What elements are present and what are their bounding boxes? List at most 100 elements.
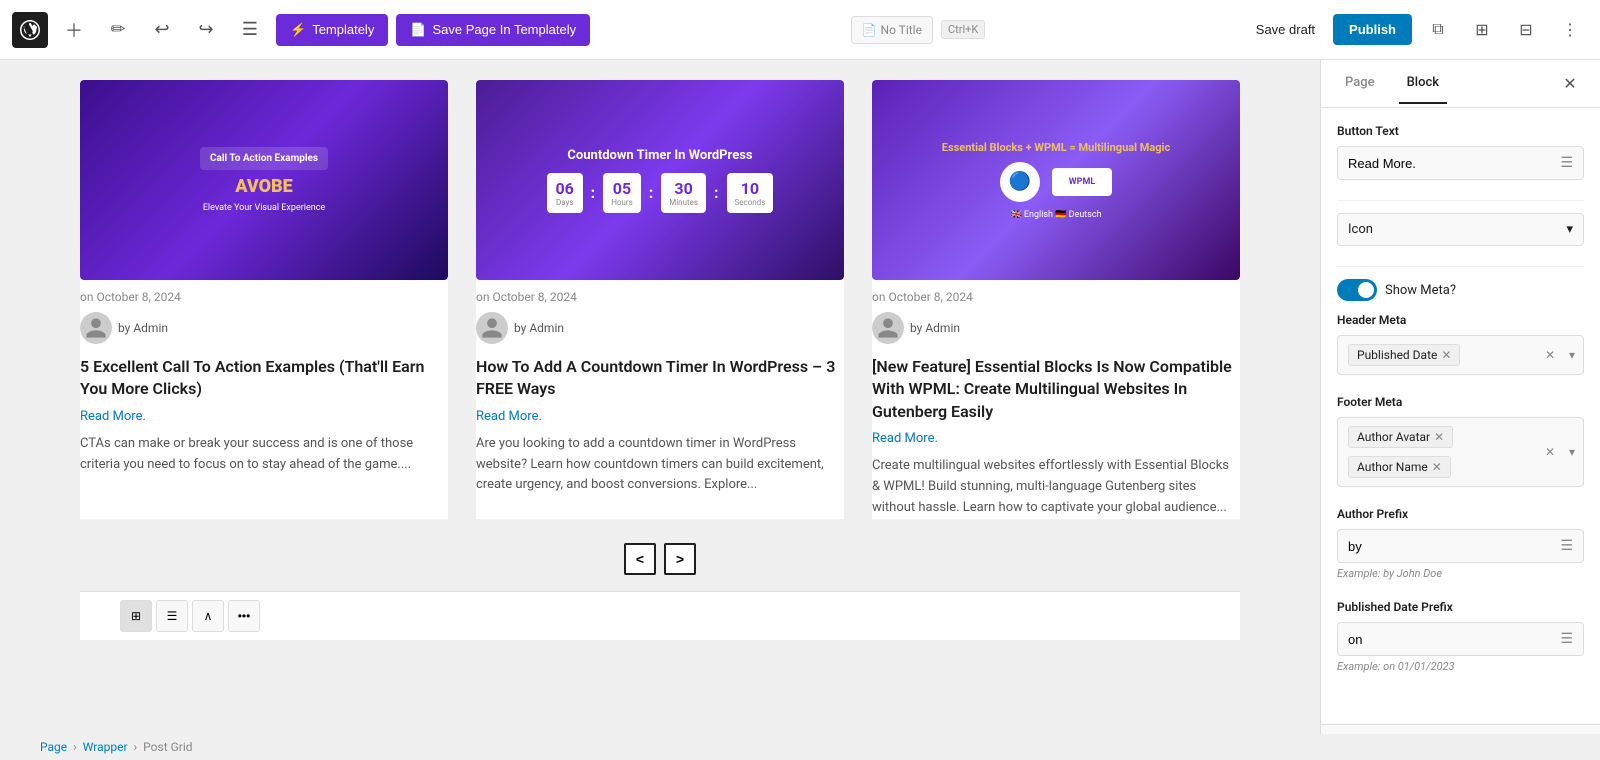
divider-2 [1337,266,1584,267]
header-meta-tag-published: Published Date ✕ [1348,344,1460,366]
footer-meta-tags-wrap: Author Avatar ✕ Author Name ✕ ✕ ▾ [1337,417,1584,487]
breadcrumb-page[interactable]: Page [40,740,67,754]
tags-dropdown-button[interactable]: ▾ [1569,348,1575,362]
post-title-1: 5 Excellent Call To Action Examples (Tha… [80,356,448,401]
topbar-right: Save draft Publish ⧉ ⊞ ⊟ ⋮ [1246,12,1588,48]
pagination: < > [80,543,1240,575]
published-date-prefix-input[interactable] [1348,632,1560,647]
undo-button[interactable]: ↩ [144,12,180,48]
save-draft-button[interactable]: Save draft [1246,14,1325,45]
save-templately-button[interactable]: 📄 Save Page In Templately [396,14,590,46]
templately-label: Templately [312,22,374,37]
post-image-2: Countdown Timer In WordPress 06 Days : 0… [476,80,844,280]
wordpress-logo[interactable] [12,12,48,48]
more-options-button[interactable]: ••• [228,600,260,632]
button-text-input[interactable] [1348,156,1560,171]
right-panel: Page Block ✕ Button Text ☰ Icon ▾ [1320,60,1600,760]
grid-view-button[interactable]: ⊞ [120,600,152,632]
overflow-button[interactable]: ⋮ [1552,12,1588,48]
remove-published-date-tag[interactable]: ✕ [1441,348,1451,362]
move-up-button[interactable]: ∧ [192,600,224,632]
footer-meta-tag-avatar: Author Avatar ✕ [1348,426,1453,448]
panel-close-button[interactable]: ✕ [1556,70,1584,98]
post-image-1: Call To Action Examples AVOBE Elevate Yo… [80,80,448,280]
post-author-3: by Admin [872,312,1240,344]
tab-page[interactable]: Page [1337,63,1383,104]
icon-section: Icon ▾ [1337,213,1584,246]
view-button[interactable]: ⧉ [1420,12,1456,48]
publish-button[interactable]: Publish [1333,14,1412,45]
post-card-2: Countdown Timer In WordPress 06 Days : 0… [476,80,844,519]
templately-button[interactable]: ⚡ Templately [276,14,388,46]
header-meta-section: Header Meta Published Date ✕ ✕ ▾ [1337,313,1584,375]
read-more-2[interactable]: Read More. [476,409,542,424]
post-grid: Call To Action Examples AVOBE Elevate Yo… [80,80,1240,519]
main-content: Call To Action Examples AVOBE Elevate Yo… [0,60,1320,760]
post-date-2: on October 8, 2024 [476,290,844,304]
remove-author-name-tag[interactable]: ✕ [1432,460,1442,474]
keyboard-shortcut: Ctrl+K [941,20,985,39]
author-prefix-input[interactable] [1348,539,1560,554]
show-meta-row: Show Meta? [1337,279,1584,301]
breadcrumb-post-grid: Post Grid [143,740,192,754]
read-more-1[interactable]: Read More. [80,409,146,424]
button-text-icon: ☰ [1560,155,1573,171]
published-date-prefix-icon: ☰ [1560,631,1573,647]
post-card-1: Call To Action Examples AVOBE Elevate Yo… [80,80,448,519]
footer-tags-dropdown-button[interactable]: ▾ [1569,445,1575,459]
pattern-button[interactable]: ⊞ [1464,12,1500,48]
show-meta-label: Show Meta? [1385,283,1456,298]
post-author-2: by Admin [476,312,844,344]
add-block-button[interactable]: ＋ [56,12,92,48]
redo-button[interactable]: ↪ [188,12,224,48]
avatar-3 [872,312,904,344]
save-templately-label: Save Page In Templately [433,22,577,37]
icon-select-label: Icon [1348,222,1373,237]
published-date-prefix-example: Example: on 01/01/2023 [1337,660,1584,673]
toggle-thumb [1358,282,1374,298]
author-prefix-section: Author Prefix ☰ Example: by John Doe [1337,507,1584,580]
author-name-3: by Admin [910,321,960,335]
tools-button[interactable]: ✏ [100,12,136,48]
post-title-2: How To Add A Countdown Timer In WordPres… [476,356,844,401]
author-prefix-example: Example: by John Doe [1337,567,1584,580]
avatar-1 [80,312,112,344]
button-text-section: Button Text ☰ [1337,124,1584,180]
panel-header: Page Block ✕ [1321,60,1600,108]
next-page-button[interactable]: > [664,543,696,575]
settings-button[interactable]: ⊟ [1508,12,1544,48]
show-meta-toggle[interactable] [1337,279,1377,301]
icon-select[interactable]: Icon ▾ [1337,213,1584,246]
author-name-1: by Admin [118,321,168,335]
footer-meta-tag-name: Author Name ✕ [1348,456,1451,478]
prev-page-button[interactable]: < [624,543,656,575]
header-meta-tags-wrap: Published Date ✕ ✕ ▾ [1337,335,1584,375]
divider-1 [1337,200,1584,201]
title-area: 📄 No Title Ctrl+K [598,16,1238,44]
post-title-3: [New Feature] Essential Blocks Is Now Co… [872,356,1240,423]
post-image-3: Essential Blocks + WPML = Multilingual M… [872,80,1240,280]
read-more-3[interactable]: Read More. [872,431,938,446]
breadcrumb-sep-1: › [73,740,77,754]
author-prefix-icon: ☰ [1560,538,1573,554]
author-prefix-input-wrap: ☰ [1337,529,1584,563]
remove-author-avatar-tag[interactable]: ✕ [1434,430,1444,444]
details-button[interactable]: ☰ [232,12,268,48]
layout: Call To Action Examples AVOBE Elevate Yo… [0,60,1600,760]
published-date-prefix-input-wrap: ☰ [1337,622,1584,656]
post-date-3: on October 8, 2024 [872,290,1240,304]
topbar: ＋ ✏ ↩ ↪ ☰ ⚡ Templately 📄 Save Page In Te… [0,0,1600,60]
list-view-button[interactable]: ☰ [156,600,188,632]
published-date-prefix-label: Published Date Prefix [1337,600,1584,614]
save-icon: 📄 [410,22,426,38]
breadcrumb-sep-2: › [134,740,138,754]
tags-clear-button[interactable]: ✕ [1545,348,1555,362]
templately-icon: ⚡ [290,22,306,38]
breadcrumb: Page › Wrapper › Post Grid [0,734,1320,760]
published-date-prefix-section: Published Date Prefix ☰ Example: on 01/0… [1337,600,1584,673]
tab-block[interactable]: Block [1399,63,1447,104]
footer-meta-section: Footer Meta Author Avatar ✕ Author Name … [1337,395,1584,487]
footer-tags-clear-button[interactable]: ✕ [1545,445,1555,459]
bottom-toolbar: ⊞ ☰ ∧ ••• [80,591,1240,640]
breadcrumb-wrapper[interactable]: Wrapper [83,740,128,754]
